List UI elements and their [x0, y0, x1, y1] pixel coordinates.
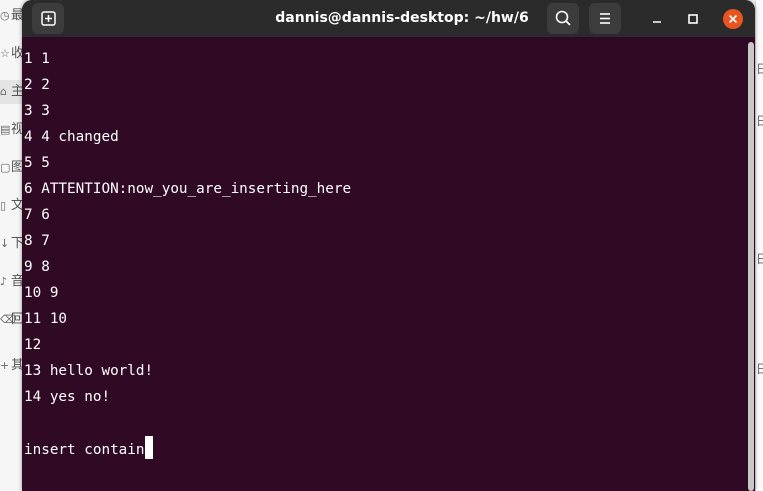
terminal-scrollbar[interactable]	[748, 42, 754, 491]
background-window-edge: 日 日 日 日	[755, 0, 763, 491]
terminal-line: 7 6	[24, 207, 50, 223]
background-file-manager-sidebar: ◷最 ☆收 ⌂ 主 ▤视 ▢图 ▯ 文 ↓ 下 ♪ 音 ⌫回 + 其	[0, 0, 24, 491]
terminal-line: 4 4 changed	[24, 129, 119, 145]
new-tab-icon	[41, 11, 56, 26]
sidebar-item-music[interactable]: ♪ 音	[0, 270, 24, 294]
sidebar-item-home[interactable]: ⌂ 主	[0, 80, 24, 104]
menu-button[interactable]	[589, 3, 621, 34]
background-glyph: 日	[756, 112, 763, 130]
terminal-line: 8 7	[24, 233, 50, 249]
hamburger-menu-icon	[600, 13, 610, 24]
minimize-button[interactable]	[646, 8, 668, 30]
document-icon: ▯	[0, 199, 7, 212]
terminal-line: 9 8	[24, 259, 50, 275]
close-icon	[723, 9, 743, 29]
new-tab-button[interactable]	[32, 3, 64, 34]
maximize-icon	[688, 14, 698, 24]
search-button[interactable]	[547, 3, 579, 34]
sidebar-item-videos[interactable]: ▤视	[0, 118, 24, 142]
terminal-line: 14 yes no!	[24, 389, 111, 405]
terminal-line: 5 5	[24, 155, 50, 171]
music-icon: ♪	[0, 275, 8, 288]
sidebar-item-documents[interactable]: ▯ 文	[0, 194, 24, 218]
terminal-input-text: insert contain	[24, 442, 145, 458]
terminal-line: 2 2	[24, 77, 50, 93]
terminal-prompt-line[interactable]: insert contain	[24, 436, 153, 462]
plus-icon: +	[0, 359, 10, 372]
sidebar-item-other[interactable]: + 其	[0, 354, 24, 378]
home-icon: ⌂	[0, 85, 7, 98]
background-glyph: 日	[756, 250, 763, 268]
sidebar-item-recent[interactable]: ◷最	[0, 4, 24, 28]
terminal-line: 3 3	[24, 103, 50, 119]
background-glyph: 日	[756, 60, 763, 78]
sidebar-item-trash[interactable]: ⌫回	[0, 308, 24, 332]
terminal-output[interactable]: 1 1 2 2 3 3 4 4 changed 5 5 6 ATTENTION:…	[22, 45, 747, 491]
minimize-icon	[653, 21, 661, 23]
clock-icon: ◷	[0, 9, 10, 22]
scrollbar-thumb[interactable]	[748, 42, 754, 491]
maximize-button[interactable]	[682, 8, 704, 30]
window-title: dannis@dannis-desktop: ~/hw/6	[275, 10, 529, 26]
trash-icon: ⌫	[0, 313, 16, 326]
terminal-line: 11 10	[24, 311, 68, 327]
sidebar-item-downloads[interactable]: ↓ 下	[0, 232, 24, 256]
text-cursor	[144, 436, 153, 459]
picture-icon: ▢	[0, 161, 11, 174]
film-icon: ▤	[0, 123, 11, 136]
terminal-line: 10 9	[24, 285, 59, 301]
download-icon: ↓	[0, 237, 10, 250]
sidebar-item-starred[interactable]: ☆收	[0, 42, 24, 66]
search-icon	[555, 10, 571, 26]
title-bar[interactable]: dannis@dannis-desktop: ~/hw/6	[22, 0, 755, 37]
terminal-line: 12	[24, 337, 42, 353]
terminal-line: 6 ATTENTION:now_you_are_inserting_here	[24, 181, 352, 197]
terminal-line: 13 hello world!	[24, 363, 154, 379]
close-button[interactable]	[722, 8, 744, 30]
sidebar-item-pictures[interactable]: ▢图	[0, 156, 24, 180]
terminal-line: 1 1	[24, 51, 50, 67]
star-icon: ☆	[0, 47, 10, 60]
terminal-window: dannis@dannis-desktop: ~/hw/6 1 1 2 2 3 …	[22, 0, 755, 491]
background-glyph: 日	[756, 360, 763, 378]
